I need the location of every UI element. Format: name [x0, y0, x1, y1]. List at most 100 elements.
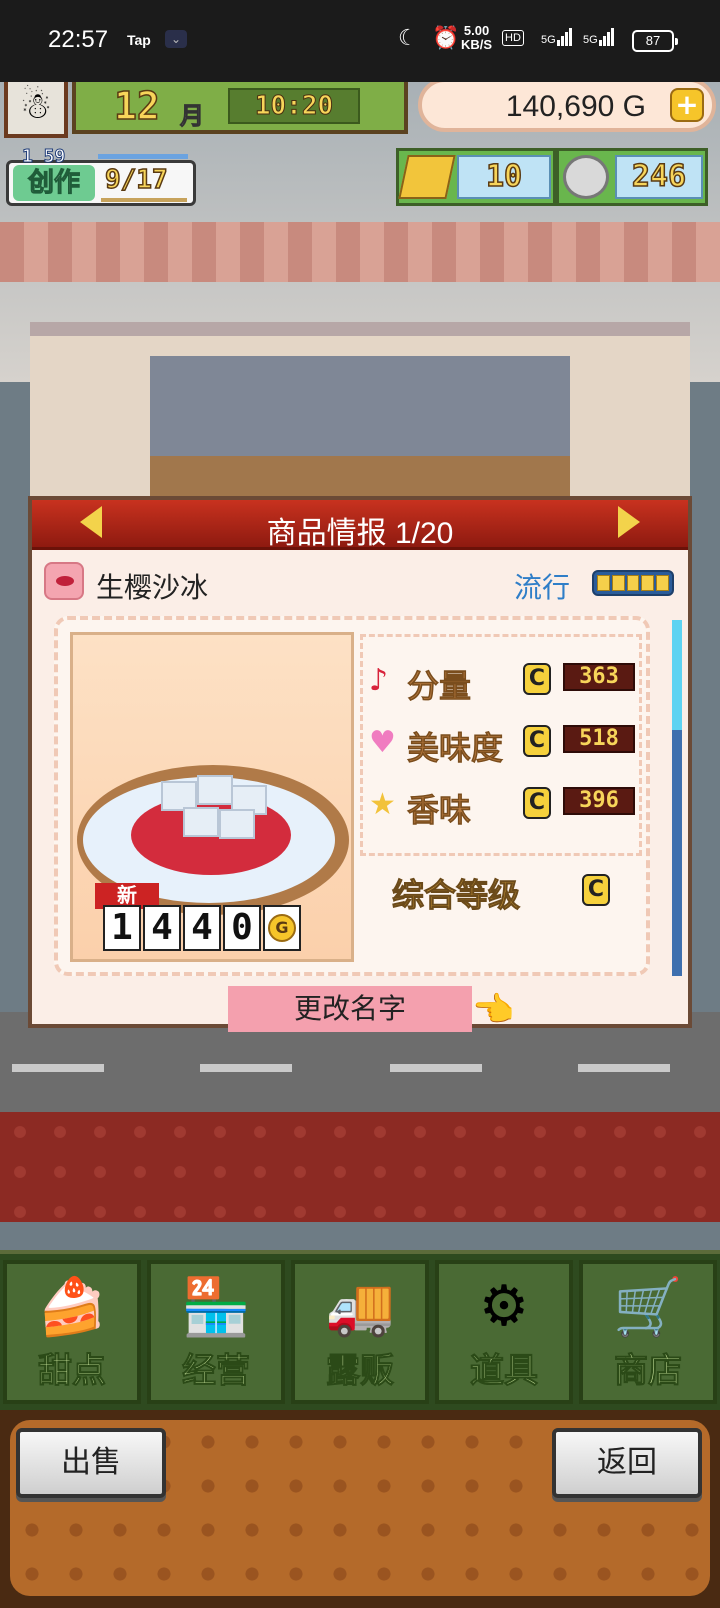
alarm-icon: ⏰ — [432, 26, 460, 51]
gold-amount: 140,690 G — [505, 90, 646, 123]
craft-timer-bar — [98, 154, 188, 159]
stat-label: 美味度 — [407, 729, 504, 768]
overall-rank: 综合等级 C — [368, 868, 638, 918]
gear-bag-icon: ⚙ — [478, 1274, 530, 1339]
menu-management[interactable]: 🏪 经营 — [147, 1260, 285, 1404]
menu-label: 露贩 — [326, 1351, 395, 1392]
overall-label: 综合等级 — [391, 876, 521, 915]
craft-progress — [101, 198, 187, 202]
dialog-title: 商品情报 1/20 — [266, 517, 454, 550]
silver-coin-icon — [563, 155, 609, 199]
stat-value: 518 — [563, 725, 635, 753]
price-digit: 1 — [103, 905, 141, 951]
rename-button[interactable]: 更改名字 — [228, 986, 472, 1032]
status-time: 22:57 — [48, 26, 109, 53]
craft-panel[interactable]: 创作 9/17 1 59 — [6, 146, 196, 206]
trend-segment — [656, 575, 669, 591]
trend-label: 流行 — [514, 572, 571, 603]
stat-row: ♥ 美味度 C 518 — [367, 713, 641, 769]
ice-cube — [219, 809, 255, 839]
music-note-icon: ♪ — [369, 663, 389, 698]
gold-bar-icon — [398, 155, 456, 199]
overall-grade: C — [582, 874, 610, 906]
star-icon: ★ — [369, 787, 396, 822]
craft-count: 9/17 — [104, 164, 168, 196]
price-digit: 4 — [183, 905, 221, 951]
dialog-scrollbar[interactable] — [672, 620, 682, 976]
date-panel: 12 月 10:20 — [72, 82, 408, 134]
next-arrow-icon[interactable] — [618, 506, 640, 538]
scene-awning — [0, 222, 720, 282]
menu-label: 道具 — [470, 1351, 539, 1392]
gold-coin-icon: G — [263, 905, 301, 951]
status-bar: 22:57 Tap ⌄ ☾ ⏰ 5.00 KB/S HD 5G 5G 87 — [0, 0, 720, 82]
stat-row: ★ 香味 C 396 — [367, 775, 641, 831]
menu-stall[interactable]: 🚚 露贩 — [291, 1260, 429, 1404]
add-gold-button[interactable]: + — [670, 88, 704, 122]
truck-icon: 🚚 — [325, 1275, 395, 1340]
game-clock: 10:20 — [228, 88, 360, 124]
dialog-titlebar: 商品情报 1/20 — [32, 500, 688, 550]
gold-bars-panel[interactable]: 10 — [396, 148, 556, 206]
cart-icon: 🛒 — [613, 1275, 683, 1340]
price-digit: 4 — [143, 905, 181, 951]
gold-panel: 140,690 G + — [418, 82, 716, 132]
menu-items[interactable]: ⚙ 道具 — [435, 1260, 573, 1404]
craft-timer: 1 59 — [21, 146, 66, 168]
bottom-menu: 🍰 甜点 🏪 经营 🚚 露贩 ⚙ 道具 🛒 商店 — [0, 1250, 720, 1410]
stat-value: 396 — [563, 787, 635, 815]
stat-row: ♪ 分量 C 363 — [367, 651, 641, 707]
scene-carpet — [0, 1112, 720, 1222]
menu-label: 甜点 — [38, 1351, 107, 1392]
scrollbar-thumb[interactable] — [672, 620, 682, 730]
month-number: 12 — [113, 83, 160, 129]
product-panel: 新 1440G ♪ 分量 C 363 ♥ 美味度 C 518 ★ 香味 C 396 综合等级 C — [54, 616, 650, 976]
game-screen: ☃ 12 月 10:20 140,690 G + 创作 9/17 1 59 10… — [0, 82, 720, 1608]
stat-grade: C — [523, 787, 551, 819]
stat-label: 分量 — [407, 667, 472, 706]
gold-bars-count: 10 — [457, 155, 551, 199]
menu-store[interactable]: 🛒 商店 — [579, 1260, 717, 1404]
sell-button[interactable]: 出售 — [16, 1428, 166, 1498]
scene-kitchen-wall — [150, 356, 570, 456]
price-digit: 0 — [223, 905, 261, 951]
back-button[interactable]: 返回 — [552, 1428, 702, 1498]
notification-icon: ⌄ — [165, 30, 187, 48]
trend-segment — [626, 575, 640, 591]
pointing-hand-icon: 👈 — [472, 990, 515, 1030]
footer-bar: 出售 返回 — [0, 1410, 720, 1608]
coins-panel[interactable]: 246 — [556, 148, 708, 206]
cake-icon: 🍰 — [37, 1275, 107, 1340]
menu-label: 经营 — [182, 1351, 251, 1392]
trend-segment — [611, 575, 625, 591]
craft-label: 创作 — [13, 165, 95, 201]
dessert-icon — [44, 562, 84, 600]
trend-segment — [597, 575, 610, 591]
hd-icon: HD — [502, 30, 524, 46]
player-avatar[interactable]: ☃ — [4, 82, 68, 138]
heart-icon: ♥ — [369, 725, 396, 760]
shop-icon: 🏪 — [181, 1275, 251, 1340]
price-display: 1440G — [103, 905, 301, 951]
coins-count: 246 — [615, 155, 703, 199]
ice-cube — [183, 807, 219, 837]
trend-segment — [641, 575, 655, 591]
network-speed: 5.00 KB/S — [461, 23, 493, 52]
stat-label: 香味 — [407, 791, 472, 830]
battery-icon: 87 — [632, 30, 678, 52]
menu-dessert[interactable]: 🍰 甜点 — [3, 1260, 141, 1404]
stat-grade: C — [523, 725, 551, 757]
stats-box: ♪ 分量 C 363 ♥ 美味度 C 518 ★ 香味 C 396 — [360, 634, 642, 856]
moon-icon: ☾ — [398, 26, 418, 51]
stat-value: 363 — [563, 663, 635, 691]
trend-meter — [592, 570, 674, 596]
product-name: 生樱沙冰 — [96, 572, 209, 603]
stat-grade: C — [523, 663, 551, 695]
product-name-row: 生樱沙冰 流行 — [44, 562, 674, 604]
signal-icon: 5G — [540, 28, 572, 46]
product-info-dialog: 商品情报 1/20 生樱沙冰 流行 新 1440G ♪ 分量 C 363 ♥ 美味 — [28, 496, 692, 1032]
app-tag: Tap — [127, 32, 151, 48]
signal-icon: 5G — [582, 28, 614, 46]
ice-cube — [197, 775, 233, 805]
month-label: 月 — [180, 102, 205, 131]
